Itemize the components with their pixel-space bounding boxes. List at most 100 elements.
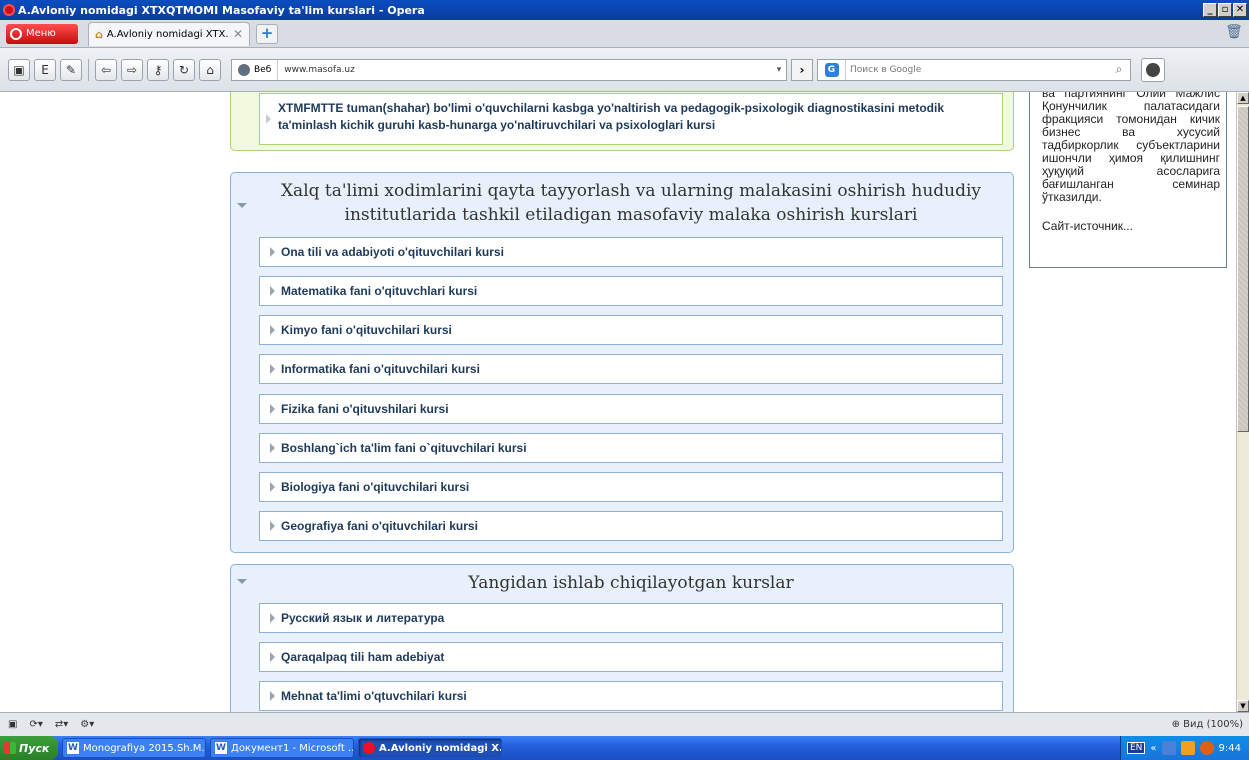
search-icon[interactable]: ⌕: [1108, 62, 1130, 77]
back-arrow-icon[interactable]: ⇦: [95, 58, 117, 81]
expand-arrow-icon: [270, 652, 275, 662]
expand-arrow-icon: [270, 404, 275, 414]
trash-icon[interactable]: 🗑: [1225, 24, 1243, 44]
key-icon[interactable]: ⚷: [147, 58, 169, 81]
save-icon[interactable]: ▣: [8, 58, 30, 81]
course-item-career-guidance[interactable]: XTMFMTTE tuman(shahar) bo'limi o'quvchil…: [259, 93, 1003, 145]
expand-arrow-icon: [270, 443, 275, 453]
page-content: XTMFMTTE tuman(shahar) bo'limi o'quvchil…: [0, 92, 1236, 712]
status-bar: ▣ ⟳▾ ⇄▾ ⚙▾ ⊕ Вид (100%): [0, 712, 1249, 736]
opera-tray-icon[interactable]: [1199, 741, 1214, 755]
close-window-button[interactable]: ✕: [1233, 3, 1247, 17]
tab-close-icon[interactable]: ✕: [233, 27, 243, 41]
menu-label: Меню: [26, 28, 56, 39]
course-item[interactable]: Qaraqalpaq tili ham adebiyat: [259, 642, 1003, 672]
zoom-indicator[interactable]: ⊕ Вид (100%): [1172, 719, 1243, 730]
expand-arrow-icon: [270, 364, 275, 374]
collapse-arrow-icon[interactable]: [237, 579, 247, 584]
search-box[interactable]: G Поиск в Google ⌕: [817, 58, 1131, 81]
course-item[interactable]: Informatika fani o'qituvchilari kursi: [259, 354, 1003, 384]
taskbar-button-label: Monografiya 2015.Sh.M....: [83, 742, 206, 754]
start-button[interactable]: Пуск: [0, 736, 58, 760]
start-label: Пуск: [19, 741, 50, 755]
news-source-link[interactable]: Сайт-источник...: [1042, 220, 1220, 233]
navigation-toolbar: ▣ E ✎ ⇦ ⇨ ⚷ ↻ ⌂ Веб www.masofa.uz ▾ › G …: [0, 48, 1249, 92]
toolbar-separator: [88, 58, 89, 81]
expand-arrow-icon: [270, 482, 275, 492]
collapse-arrow-icon[interactable]: [237, 203, 247, 208]
expand-arrow-icon: [266, 114, 271, 124]
panel-toggle-icon[interactable]: ▣: [8, 719, 17, 730]
restore-button[interactable]: ▫: [1218, 3, 1232, 17]
search-input[interactable]: Поиск в Google: [846, 65, 1108, 75]
new-tab-button[interactable]: +: [256, 23, 278, 44]
history-dropdown-icon[interactable]: ▾: [772, 65, 786, 75]
course-item[interactable]: Boshlang`ich ta'lim fani o`qituvchilari …: [259, 433, 1003, 463]
reload-icon[interactable]: ↻: [173, 58, 195, 81]
zoom-icon: ⊕: [1171, 719, 1184, 730]
expand-arrow-icon: [270, 691, 275, 701]
network-icon[interactable]: [1161, 741, 1176, 755]
vertical-scrollbar[interactable]: ▲ ▼: [1236, 92, 1249, 712]
course-item[interactable]: Biologiya fani o'qituvchilari kursi: [259, 472, 1003, 502]
expand-arrow-icon: [270, 247, 275, 257]
opera-menu-button[interactable]: Меню: [6, 23, 78, 44]
window-controls: _ ▫ ✕: [1203, 3, 1247, 17]
news-text: ва партиянинг Олий Мажлис Қонунчилик пал…: [1042, 92, 1220, 204]
tray-expand-icon[interactable]: «: [1150, 743, 1156, 754]
taskbar-button-word-document[interactable]: W Документ1 - Microsoft ...: [210, 738, 354, 758]
scroll-down-icon[interactable]: ▼: [1237, 700, 1249, 712]
history-clock-button[interactable]: [1141, 57, 1165, 82]
home-icon[interactable]: ⌂: [199, 58, 221, 81]
taskbar-button-word-monografiya[interactable]: W Monografiya 2015.Sh.M....: [62, 738, 206, 758]
window-titlebar: A.Avloniy nomidagi XTXQTMOMI Masofaviy t…: [0, 0, 1249, 20]
expand-arrow-icon: [270, 613, 275, 623]
search-engine-selector[interactable]: G: [818, 59, 846, 80]
scrollbar-thumb[interactable]: [1237, 106, 1249, 432]
web-label: Веб: [254, 64, 272, 75]
zoom-label: Вид (100%): [1183, 719, 1243, 730]
course-item[interactable]: Ona tili va adabiyoti o'qituvchilari kur…: [259, 237, 1003, 267]
clock-time: 9:44: [1218, 742, 1241, 754]
expand-arrow-icon: [270, 521, 275, 531]
url-text[interactable]: www.masofa.uz: [278, 65, 772, 75]
course-item[interactable]: Kimyo fani o'qituvchilari kursi: [259, 315, 1003, 345]
word-icon: W: [67, 742, 79, 754]
windows-flag-icon: [4, 742, 16, 754]
taskbar-button-label: A.Avloniy nomidagi X...: [379, 742, 502, 754]
language-indicator[interactable]: EN: [1126, 742, 1146, 754]
tab-title: A.Avloniy nomidagi XTX...: [106, 28, 229, 40]
tab-active[interactable]: ⌂ A.Avloniy nomidagi XTX... ✕: [88, 21, 250, 46]
course-item[interactable]: Fizika fani o'qituvshilari kursi: [259, 394, 1003, 424]
address-bar[interactable]: Веб www.masofa.uz ▾: [231, 58, 787, 81]
go-button[interactable]: ›: [791, 58, 813, 81]
globe-icon: [238, 63, 250, 76]
course-item-label: Geografiya fani o'qituvchilari kursi: [281, 519, 478, 533]
course-item-label: Informatika fani o'qituvchilari kursi: [281, 362, 480, 376]
forward-arrow-icon[interactable]: ⇨: [121, 58, 143, 81]
clock-icon: [1146, 62, 1160, 77]
ie-mode-icon[interactable]: E: [34, 58, 56, 81]
opera-icon: [10, 27, 22, 40]
course-item-label: Mehnat ta'limi o'qtuvchilari kursi: [281, 689, 467, 703]
course-item-label: Fizika fani o'qituvshilari kursi: [281, 402, 449, 416]
edit-pencil-icon[interactable]: ✎: [60, 58, 82, 81]
course-item-label: Kimyo fani o'qituvchilari kursi: [281, 323, 452, 337]
news-widget: ва партиянинг Олий Мажлис Қонунчилик пал…: [1029, 92, 1227, 268]
scroll-up-icon[interactable]: ▲: [1237, 92, 1249, 104]
course-item[interactable]: Mehnat ta'limi o'qtuvchilari kursi: [259, 681, 1003, 711]
section-heading: Yangidan ishlab chiqilayotgan kurslar: [468, 573, 794, 593]
turbo-icon[interactable]: ⟳▾: [29, 719, 42, 730]
app-tray-icon[interactable]: [1180, 741, 1195, 755]
taskbar-button-opera[interactable]: A.Avloniy nomidagi X...: [358, 738, 502, 758]
course-item-label: Biologiya fani o'qituvchilari kursi: [281, 480, 470, 494]
course-item[interactable]: Matematika fani o'qituvchlari kursi: [259, 276, 1003, 306]
opera-logo-icon: [3, 4, 15, 16]
course-item[interactable]: Geografiya fani o'qituvchilari kursi: [259, 511, 1003, 541]
expand-arrow-icon: [270, 325, 275, 335]
settings-icon[interactable]: ⚙▾: [80, 719, 94, 730]
minimize-button[interactable]: _: [1203, 3, 1217, 17]
sync-icon[interactable]: ⇄▾: [55, 719, 68, 730]
web-badge: Веб: [232, 59, 279, 80]
course-item[interactable]: Русский язык и литература: [259, 603, 1003, 633]
